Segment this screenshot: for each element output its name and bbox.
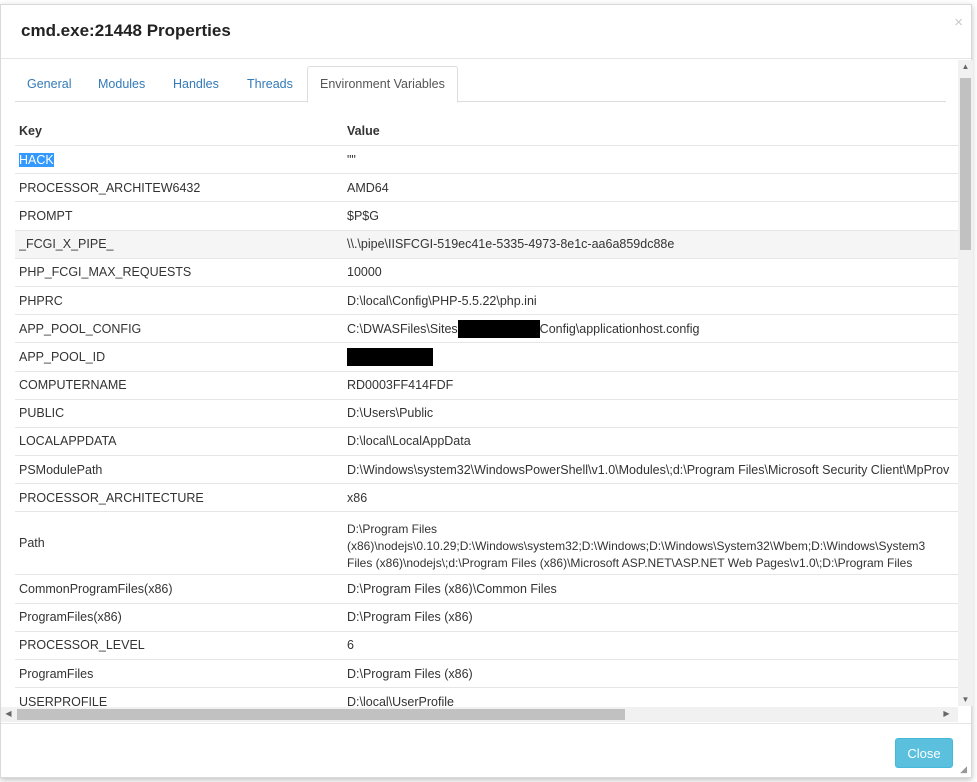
- table-header: Key Value: [15, 116, 959, 145]
- environment-variables-table: Key Value HACK "" PROCESSOR_ARCHITEW6432…: [15, 116, 959, 706]
- table-row[interactable]: USERPROFILE D:\local\UserProfile: [15, 687, 959, 706]
- tab-environment-variables[interactable]: Environment Variables: [307, 66, 458, 103]
- row-key: PHP_FCGI_MAX_REQUESTS: [19, 265, 192, 280]
- properties-dialog: cmd.exe:21448 Properties × General Modul…: [0, 4, 973, 779]
- row-value: D:\Program Files (x86)\nodejs\0.10.29;D:…: [347, 512, 959, 574]
- row-key: LOCALAPPDATA: [19, 434, 117, 449]
- row-key: PROCESSOR_ARCHITECTURE: [19, 490, 204, 505]
- row-value-wrapped: D:\Program Files (x86)\nodejs\0.10.29;D:…: [347, 515, 959, 572]
- dialog-footer: Close ◢: [1, 723, 971, 779]
- row-value: "": [347, 152, 356, 167]
- column-header-key[interactable]: Key: [19, 116, 339, 145]
- table-row[interactable]: PROCESSOR_ARCHITECTURE x86: [15, 483, 959, 511]
- table-row[interactable]: LOCALAPPDATA D:\local\LocalAppData: [15, 426, 959, 455]
- row-key: COMPUTERNAME: [19, 378, 127, 393]
- table-row[interactable]: HACK "": [15, 145, 959, 173]
- row-key: PSModulePath: [19, 462, 103, 477]
- vertical-scroll-thumb[interactable]: [960, 78, 971, 250]
- value-line: D:\Program Files: [347, 521, 438, 536]
- table-row[interactable]: PROCESSOR_LEVEL 6: [15, 630, 959, 659]
- dialog-body: General Modules Handles Threads Environm…: [1, 60, 973, 706]
- table-row[interactable]: _FCGI_X_PIPE_ \\.\pipe\IISFCGI-519ec41e-…: [15, 229, 959, 258]
- scroll-down-icon[interactable]: ▼: [958, 695, 973, 704]
- table-row[interactable]: ProgramFiles(x86) D:\Program Files (x86): [15, 602, 959, 631]
- resize-grip-icon[interactable]: ◢: [960, 764, 967, 775]
- row-value: 6: [347, 638, 354, 653]
- row-value: D:\Windows\system32\WindowsPowerShell\v1…: [347, 462, 950, 477]
- row-value: \\.\pipe\IISFCGI-519ec41e-5335-4973-8e1c…: [347, 237, 675, 252]
- row-value: D:\Program Files (x86): [347, 610, 473, 625]
- table-row[interactable]: PHP_FCGI_MAX_REQUESTS 10000: [15, 257, 959, 286]
- row-key: CommonProgramFiles(x86): [19, 582, 173, 597]
- row-value: D:\local\LocalAppData: [347, 434, 471, 449]
- row-value: C:\DWASFiles\Sites Config\applicationhos…: [347, 315, 959, 342]
- row-key: APP_POOL_ID: [19, 349, 106, 364]
- table-row[interactable]: PHPRC D:\local\Config\PHP-5.5.22\php.ini: [15, 285, 959, 314]
- row-key: USERPROFILE: [19, 694, 108, 706]
- row-key: PROCESSOR_ARCHITEW6432: [19, 180, 201, 195]
- table-row[interactable]: APP_POOL_CONFIG C:\DWASFiles\Sites Confi…: [15, 314, 959, 342]
- table-row[interactable]: PSModulePath D:\Windows\system32\Windows…: [15, 455, 959, 483]
- row-key: PROCESSOR_LEVEL: [19, 638, 145, 653]
- tab-handles[interactable]: Handles: [173, 66, 219, 102]
- redacted-block: [347, 347, 433, 366]
- row-key: APP_POOL_CONFIG: [19, 321, 142, 336]
- value-prefix: C:\DWASFiles\Sites: [347, 321, 458, 336]
- row-value: [347, 343, 959, 370]
- table-row[interactable]: COMPUTERNAME RD0003FF414FDF: [15, 370, 959, 399]
- row-value: RD0003FF414FDF: [347, 378, 454, 393]
- row-value: D:\Users\Public: [347, 406, 434, 421]
- close-button[interactable]: Close: [895, 738, 953, 768]
- horizontal-scroll-thumb[interactable]: [17, 709, 625, 720]
- close-icon[interactable]: ×: [954, 15, 963, 30]
- scroll-left-icon[interactable]: ◀: [1, 709, 16, 718]
- table-row[interactable]: PROMPT $P$G: [15, 201, 959, 229]
- redacted-block: [457, 319, 540, 338]
- scroll-right-icon[interactable]: ▶: [939, 709, 954, 718]
- row-value: D:\Program Files (x86): [347, 666, 473, 681]
- table-row[interactable]: APP_POOL_ID: [15, 342, 959, 370]
- column-header-value[interactable]: Value: [347, 116, 959, 145]
- dialog-title: cmd.exe:21448 Properties: [21, 21, 231, 40]
- table-row[interactable]: CommonProgramFiles(x86) D:\Program Files…: [15, 574, 959, 602]
- table-row[interactable]: Path D:\Program Files (x86)\nodejs\0.10.…: [15, 511, 959, 574]
- row-key: Path: [19, 536, 45, 551]
- row-value: D:\local\Config\PHP-5.5.22\php.ini: [347, 293, 537, 308]
- row-value: 10000: [347, 265, 382, 280]
- row-key: PUBLIC: [19, 406, 65, 421]
- row-value: x86: [347, 490, 368, 505]
- row-value: AMD64: [347, 180, 389, 195]
- scroll-up-icon[interactable]: ▲: [958, 62, 973, 71]
- row-key: HACK: [19, 146, 339, 173]
- table-row[interactable]: PROCESSOR_ARCHITEW6432 AMD64: [15, 173, 959, 201]
- value-line: (x86)\nodejs\0.10.29;D:\Windows\system32…: [347, 538, 926, 553]
- selected-text: HACK: [19, 152, 54, 167]
- row-key: _FCGI_X_PIPE_: [19, 237, 114, 252]
- horizontal-scrollbar[interactable]: ◀ ▶: [1, 707, 958, 722]
- vertical-scrollbar[interactable]: ▲ ▼: [958, 60, 973, 706]
- tab-general[interactable]: General: [27, 66, 71, 102]
- tab-threads[interactable]: Threads: [247, 66, 293, 102]
- row-key: ProgramFiles: [19, 666, 94, 681]
- row-value: $P$G: [347, 208, 379, 223]
- value-suffix: Config\applicationhost.config: [539, 321, 700, 336]
- row-value: D:\Program Files (x86)\Common Files: [347, 582, 557, 597]
- tab-modules[interactable]: Modules: [98, 66, 145, 102]
- dialog-header: cmd.exe:21448 Properties ×: [1, 5, 971, 59]
- row-key: PROMPT: [19, 208, 73, 223]
- row-value: D:\local\UserProfile: [347, 694, 454, 706]
- row-key: PHPRC: [19, 293, 63, 308]
- table-row[interactable]: ProgramFiles D:\Program Files (x86): [15, 659, 959, 687]
- value-line: Files (x86)\nodejs\;d:\Program Files (x8…: [347, 555, 913, 570]
- row-key: ProgramFiles(x86): [19, 610, 122, 625]
- table-row[interactable]: PUBLIC D:\Users\Public: [15, 398, 959, 427]
- tab-bar: General Modules Handles Threads Environm…: [15, 66, 946, 103]
